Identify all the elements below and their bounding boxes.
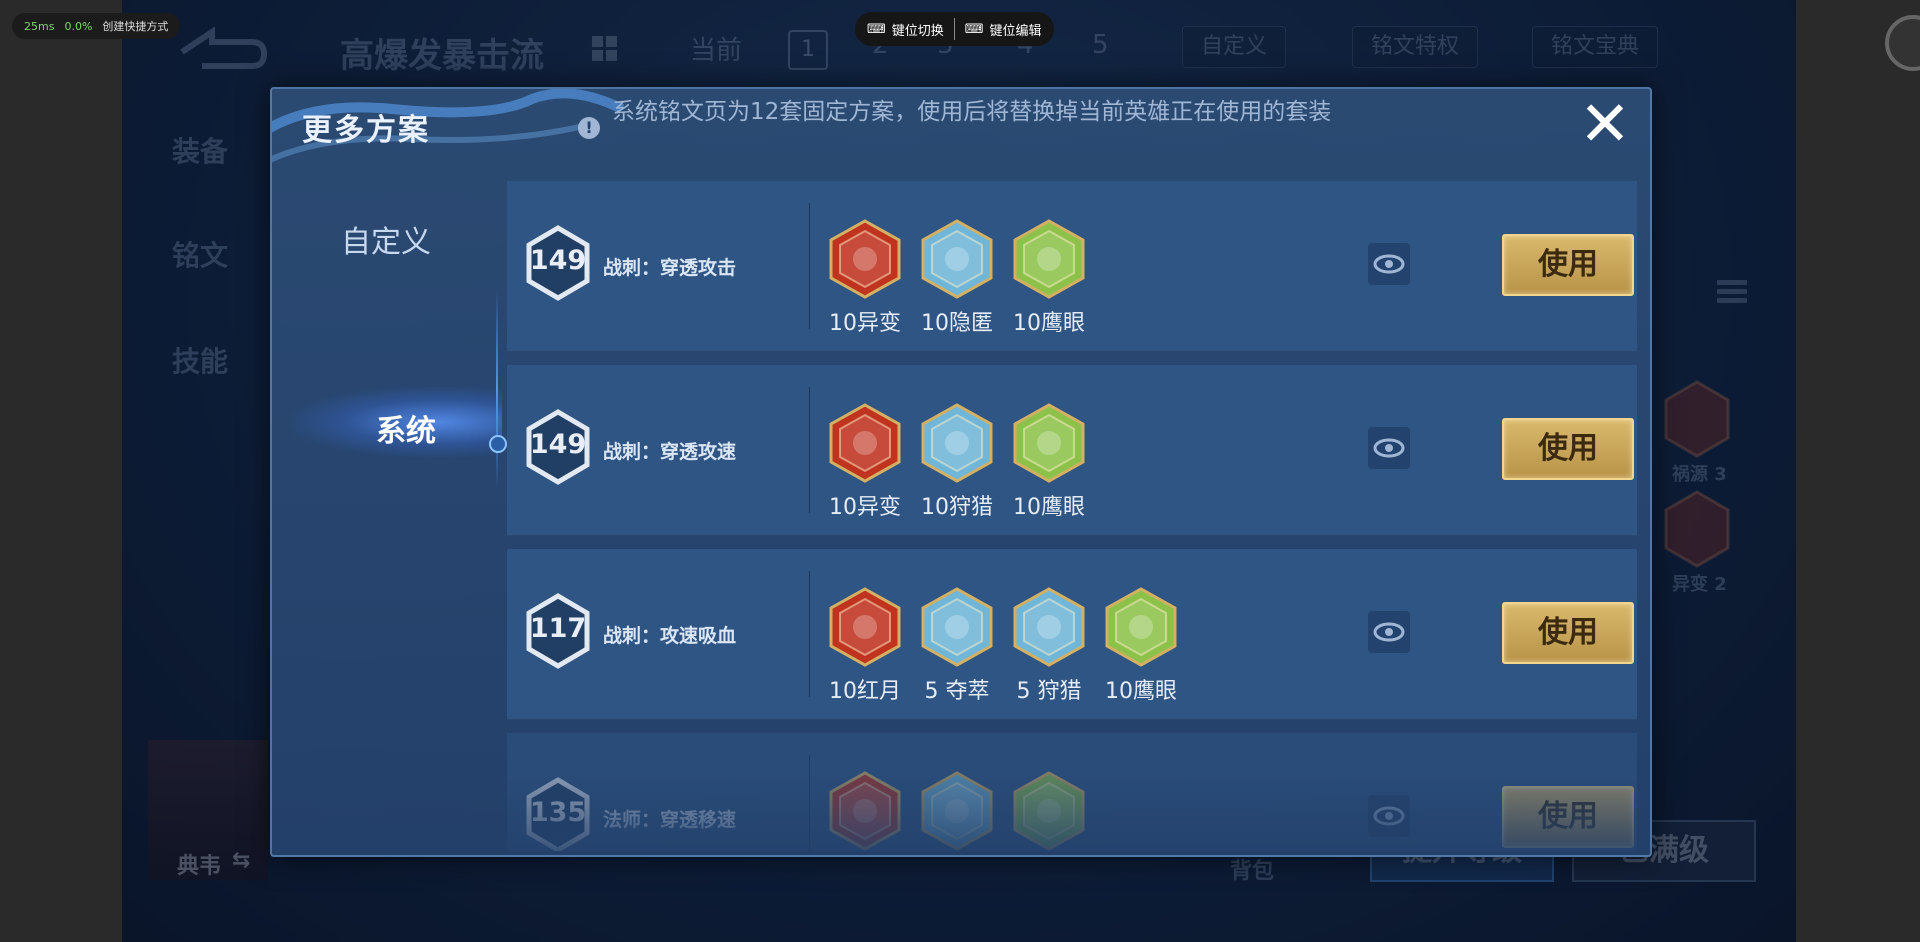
hawkeye-rune-icon: [1013, 219, 1085, 299]
rune-label: 10狩猎: [921, 495, 993, 520]
gamepad-icon: ⌨: [964, 21, 984, 37]
preview-eye-icon[interactable]: [1368, 427, 1410, 469]
row-divider: [809, 203, 810, 329]
rune-label: 5 狩猎: [1016, 679, 1082, 704]
sidebar-item-custom[interactable]: 自定义: [272, 217, 500, 261]
row-divider: [809, 387, 810, 513]
rune-label: 5 夺萃: [924, 679, 990, 704]
hawkeye-rune-icon: [1105, 587, 1177, 667]
plan-row: 149 战刺：穿透攻速 10异变 10狩猎 10鹰眼 使用: [507, 365, 1637, 536]
plan-level: 135: [529, 797, 587, 828]
key-switch-button[interactable]: ⌨ 键位切换: [867, 20, 944, 39]
sidebar-item-system[interactable]: 系统: [292, 406, 520, 450]
key-toolbar: ⌨ 键位切换 ⌨ 键位编辑: [855, 12, 1054, 46]
plan-row: 149 战刺：穿透攻击 10异变 10隐匿 10鹰眼 使用: [507, 181, 1637, 352]
blue-rune-icon: [921, 771, 993, 851]
plan-name: 战刺：穿透攻击: [603, 257, 737, 279]
use-plan-button[interactable]: 使用: [1502, 418, 1634, 480]
row-divider: [809, 571, 810, 697]
stealth-rune-icon: [921, 219, 993, 299]
rune-label: 10隐匿: [921, 311, 993, 336]
plan-row: 135 法师：穿透移速 使用: [507, 733, 1637, 851]
row-divider: [809, 755, 810, 851]
plan-sidebar: 自定义 系统: [272, 179, 507, 849]
loss-value: 0.0%: [64, 19, 93, 33]
plan-level: 149: [529, 245, 587, 276]
use-plan-button[interactable]: 使用: [1502, 602, 1634, 664]
mutation-rune-icon: [829, 403, 901, 483]
dialog-title: 更多方案: [302, 113, 430, 148]
rune-label: 10红月: [829, 679, 901, 704]
shortcut-link[interactable]: 创建快捷方式: [102, 18, 168, 34]
plan-level: 117: [529, 613, 587, 644]
hunt-rune-icon: [921, 403, 993, 483]
more-plans-dialog: 更多方案 ! 系统铭文页为12套固定方案，使用后将替换掉当前英雄正在使用的套装 …: [270, 87, 1652, 857]
rune-label: 10鹰眼: [1013, 495, 1085, 520]
preview-eye-icon[interactable]: [1368, 795, 1410, 837]
preview-eye-icon[interactable]: [1368, 611, 1410, 653]
rune-label: 10异变: [829, 495, 901, 520]
use-plan-button[interactable]: 使用: [1502, 234, 1634, 296]
plan-level: 149: [529, 429, 587, 460]
key-edit-label: 键位编辑: [989, 23, 1042, 39]
red-moon-rune-icon: [829, 587, 901, 667]
ping-value: 25ms: [24, 19, 55, 33]
plan-name: 战刺：穿透攻速: [603, 441, 737, 463]
preview-eye-icon[interactable]: [1368, 243, 1410, 285]
sidebar-divider: [496, 289, 498, 489]
plan-row: 117 战刺：攻速吸血 10红月 5 夺萃 5 狩猎 10鹰眼 使用: [507, 549, 1637, 720]
close-icon[interactable]: ✕: [1570, 93, 1640, 164]
green-rune-icon: [1013, 771, 1085, 851]
rune-label: 10鹰眼: [1013, 311, 1085, 336]
key-switch-label: 键位切换: [891, 23, 944, 39]
info-icon: !: [578, 117, 600, 139]
mutation-rune-icon: [829, 219, 901, 299]
rune-label: 10异变: [829, 311, 901, 336]
key-edit-button[interactable]: ⌨ 键位编辑: [965, 20, 1042, 39]
seize-rune-icon: [921, 587, 993, 667]
floating-button[interactable]: [1885, 15, 1920, 71]
hawkeye-rune-icon: [1013, 403, 1085, 483]
perf-indicator: 25ms 0.0% 创建快捷方式: [12, 13, 181, 39]
hunt-rune-icon: [1013, 587, 1085, 667]
red-rune-icon: [829, 771, 901, 851]
plan-name: 战刺：攻速吸血: [603, 625, 737, 647]
plan-list: 149 战刺：穿透攻击 10异变 10隐匿 10鹰眼 使用 149 战刺：穿透攻速 10异变 10…: [507, 181, 1637, 851]
use-plan-button[interactable]: 使用: [1502, 786, 1634, 848]
plan-name: 法师：穿透移速: [603, 809, 737, 831]
rune-label: 10鹰眼: [1105, 679, 1177, 704]
gamepad-icon: ⌨: [867, 21, 886, 37]
toolbar-divider: [953, 18, 955, 40]
dialog-notice: 系统铭文页为12套固定方案，使用后将替换掉当前英雄正在使用的套装: [612, 99, 1332, 125]
